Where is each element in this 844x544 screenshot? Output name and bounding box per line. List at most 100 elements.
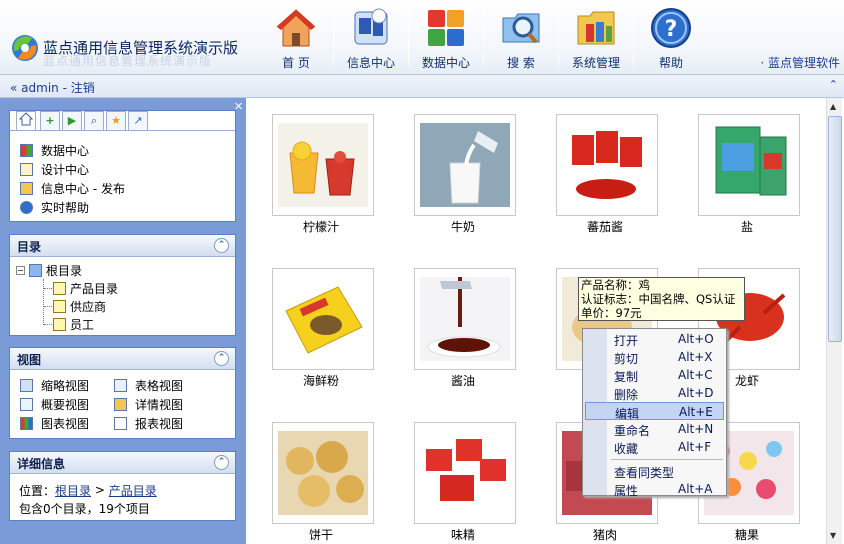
view-summary[interactable]: 概要视图 (20, 396, 89, 412)
views-title: 视图 (17, 353, 42, 367)
scroll-up-icon[interactable]: ▲ (830, 102, 836, 111)
view-thumbnail[interactable]: 缩略视图 (20, 377, 89, 393)
menu-rename[interactable]: 重命名 Alt+N (585, 420, 724, 438)
menu-edit[interactable]: 编辑 Alt+E (585, 402, 724, 421)
summary-view-icon (20, 397, 33, 411)
folder-icon (53, 299, 66, 313)
nav-home[interactable]: 首 页 (262, 4, 330, 70)
scroll-down-icon[interactable]: ▼ (830, 531, 836, 540)
product-name: 蕃茄酱 (586, 220, 623, 234)
product-tile[interactable] (556, 114, 658, 216)
menu-same-type[interactable]: 查看同类型 (585, 462, 724, 480)
nav-info-center[interactable]: 信息中心 (337, 4, 405, 70)
search-small-icon[interactable]: ⌕ (84, 111, 104, 131)
tree-staff[interactable]: 员工 (44, 316, 94, 332)
collapse-header-icon[interactable]: ⌃ (829, 78, 838, 91)
tree-product-catalog[interactable]: 产品目录 (44, 280, 118, 296)
detail-box: 详细信息 ⌃ 位置： 根目录 > 产品目录 包含0个目录，19个项目 (9, 451, 236, 521)
folder-icon (53, 317, 66, 331)
milk-image (420, 123, 510, 207)
go-icon[interactable]: ▶ (62, 111, 82, 131)
product-tile[interactable] (414, 268, 516, 370)
views-box: 视图 ⌃ 缩略视图 表格视图 概要视图 详情视图 图表视图 报表视图 (9, 347, 236, 439)
menu-delete[interactable]: 删除 Alt+D (585, 384, 724, 402)
home-tab-icon[interactable] (16, 111, 36, 131)
data-center-icon (424, 6, 468, 50)
view-detail[interactable]: 详情视图 (114, 396, 183, 412)
nav-system[interactable]: 系统管理 (562, 4, 630, 70)
svg-text:?: ? (665, 17, 678, 42)
help-icon: ? (649, 6, 693, 50)
quick-item-design[interactable]: 设计中心 (20, 161, 89, 177)
menu-cut[interactable]: 剪切 Alt+X (585, 348, 724, 366)
collapse-left-icon[interactable]: « (10, 81, 17, 95)
home-icon (274, 6, 318, 50)
menu-favorite[interactable]: 收藏 Alt+F (585, 438, 724, 456)
catalog-box: 目录 ⌃ − 根目录 产品目录 供应商 员工 (9, 234, 236, 336)
tree-root[interactable]: − 根目录 (16, 262, 82, 278)
product-tile[interactable] (272, 268, 374, 370)
quick-item-data[interactable]: 数据中心 (20, 142, 89, 158)
product-name: 猪肉 (592, 528, 617, 542)
nav-home-label: 首 页 (282, 56, 310, 70)
link-icon[interactable]: ↗ (128, 111, 148, 131)
product-name: 柠檬汁 (302, 220, 339, 234)
tomato-sauce-image (562, 123, 652, 207)
collapse-icon[interactable]: ⌃ (214, 455, 229, 470)
nav-data-center-label: 数据中心 (421, 56, 470, 70)
menu-copy[interactable]: 复制 Alt+C (585, 366, 724, 384)
catalog-title: 目录 (17, 240, 42, 254)
nav-search[interactable]: 搜 索 (487, 4, 555, 70)
product-tile[interactable] (272, 422, 374, 524)
document-icon (20, 181, 33, 195)
view-table[interactable]: 表格视图 (114, 377, 183, 393)
app-title-reflection: 蓝点通用信息管理系统演示版 (43, 54, 213, 68)
menu-open[interactable]: 打开 Alt+O (585, 330, 724, 348)
msg-image (420, 431, 510, 515)
nav-help[interactable]: ? 帮助 (637, 4, 705, 70)
product-tile[interactable] (414, 114, 516, 216)
collapse-icon[interactable]: ⌃ (214, 351, 229, 366)
table-view-icon (114, 378, 127, 392)
soy-sauce-image (420, 277, 510, 361)
thumbnail-view-icon (20, 378, 33, 392)
folder-icon (53, 281, 66, 295)
quick-box: + ▶ ⌕ ★ ↗ 数据中心 设计中心 信息中心 - 发布 实时帮助 (9, 110, 236, 222)
username: admin (21, 81, 59, 95)
system-folder-icon (574, 6, 618, 50)
quick-item-info[interactable]: 信息中心 - 发布 (20, 180, 125, 196)
path-root-link[interactable]: 根目录 (55, 482, 91, 499)
vendor-link[interactable]: · 蓝点管理软件 (760, 54, 840, 71)
collapse-icon[interactable]: ⌃ (214, 238, 229, 253)
nav-search-label: 搜 索 (507, 56, 535, 70)
view-report[interactable]: 报表视图 (114, 415, 183, 431)
product-name: 味精 (450, 528, 475, 542)
add-icon[interactable]: + (40, 111, 60, 131)
menu-properties[interactable]: 属性 Alt+A (585, 480, 724, 498)
nav-data-center[interactable]: 数据中心 (412, 4, 480, 70)
product-name: 饼干 (308, 528, 333, 542)
product-tile[interactable] (698, 114, 800, 216)
chart-view-icon (20, 416, 33, 430)
item-count: 包含0个目录，19个项目 (19, 501, 150, 516)
detail-title: 详细信息 (17, 457, 66, 471)
path-current-link[interactable]: 产品目录 (109, 482, 157, 499)
info-center-icon (349, 6, 393, 50)
tree-supplier[interactable]: 供应商 (44, 298, 106, 314)
report-view-icon (114, 416, 127, 430)
computer-icon (29, 263, 42, 277)
product-tile[interactable] (414, 422, 516, 524)
product-tile[interactable] (272, 114, 374, 216)
help-small-icon (20, 200, 33, 214)
vertical-scrollbar[interactable]: ▲ ▼ (826, 98, 842, 544)
nav-help-label: 帮助 (658, 56, 683, 70)
context-menu: 打开 Alt+O 剪切 Alt+X 复制 Alt+C 删除 Alt+D 编辑 Alt+E … (582, 328, 727, 498)
lemon-juice-image (278, 123, 368, 207)
logout-link[interactable]: 注销 (71, 81, 95, 95)
product-grid: 柠檬汁 牛奶 蕃茄酱 盐 海鲜粉 酱油 龙虾 饼干 味精 猪肉 糖果 (246, 98, 826, 544)
favorite-icon[interactable]: ★ (106, 111, 126, 131)
scrollbar-thumb[interactable] (828, 116, 842, 342)
quick-item-help[interactable]: 实时帮助 (20, 199, 89, 215)
product-tooltip: 产品名称：鸡 认证标志：中国名牌、QS认证 单价：97元 (578, 277, 745, 321)
view-chart[interactable]: 图表视图 (20, 415, 89, 431)
